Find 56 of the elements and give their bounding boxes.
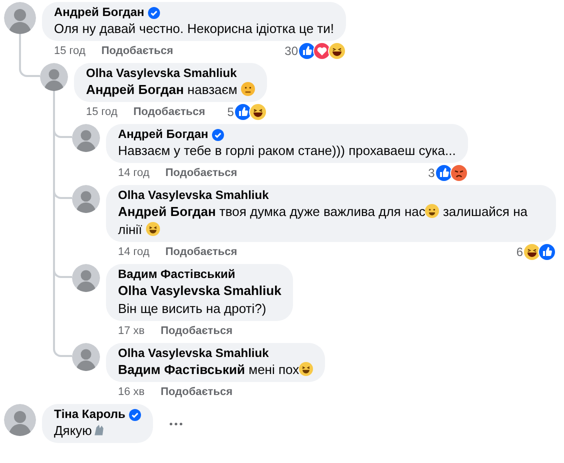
author-name[interactable]: Андрей Богдан <box>118 127 208 142</box>
laughing-reaction-icon <box>248 103 267 121</box>
laughing-reaction-icon <box>523 243 541 261</box>
avatar[interactable] <box>72 124 100 152</box>
mention-link[interactable]: Olha Vasylevska Smahliuk <box>118 283 282 298</box>
reaction-count[interactable]: 30 <box>284 42 298 60</box>
author-name[interactable]: Вадим Фастівський <box>118 267 236 282</box>
avatar[interactable] <box>72 343 100 371</box>
comment-text: Оля ну давай честно. Некорисна ідіотка це ти! <box>54 20 334 38</box>
grin-emoji-icon <box>425 204 440 218</box>
mention-link[interactable]: Вадим Фастівський <box>118 362 246 377</box>
avatar[interactable] <box>40 63 68 91</box>
author-name[interactable]: Olha Vasylevska Smahliuk <box>86 66 237 81</box>
avatar[interactable] <box>72 185 100 213</box>
mention-link[interactable]: Андрей Богдан <box>118 204 216 219</box>
comment-text: Дякую <box>54 422 142 440</box>
author-name[interactable]: Андрей Богдан <box>54 5 144 20</box>
comment-text: Olha Vasylevska Smahliuk Він ще висить на дроті?) <box>118 282 282 318</box>
author-name[interactable]: Olha Vasylevska Smahliuk <box>118 346 269 361</box>
like-reaction-icon <box>234 103 252 121</box>
avatar[interactable] <box>72 264 100 292</box>
comment-text: Андрей Богдан твоя думка дуже важлива для нас залишайся на лінії <box>118 203 528 239</box>
comment-time[interactable]: 17 хв <box>118 322 145 340</box>
angry-reaction-icon <box>450 164 468 182</box>
mention-link[interactable]: Андрей Богдан <box>86 82 184 97</box>
comment-time[interactable]: 16 хв <box>118 384 145 400</box>
like-reaction-icon <box>434 164 453 182</box>
more-options-icon[interactable] <box>169 422 184 426</box>
reaction-count[interactable]: 5 <box>227 103 234 121</box>
laughing-reaction-icon <box>328 42 346 60</box>
reaction-count[interactable]: 3 <box>428 164 435 182</box>
comment-time[interactable]: 14 год <box>118 164 150 182</box>
author-name[interactable]: Тіна Кароль <box>54 407 126 422</box>
like-link[interactable]: Подобається <box>165 164 238 182</box>
like-reaction-icon <box>538 243 556 261</box>
like-link[interactable]: Подобається <box>160 384 232 400</box>
laugh-emoji-icon <box>146 222 160 236</box>
huff-emoji-icon <box>240 82 255 96</box>
comment-time[interactable]: 15 год <box>54 42 86 60</box>
hands-emoji-icon <box>92 423 106 437</box>
comment-time[interactable]: 15 год <box>86 104 118 120</box>
like-reaction-icon <box>298 42 316 60</box>
avatar[interactable] <box>4 404 36 436</box>
comment-time[interactable]: 14 год <box>118 244 150 260</box>
comment-text: Андрей Богдан навзаєм <box>86 81 255 99</box>
avatar[interactable] <box>4 2 36 34</box>
comment-text: Навзаєм у тебе в горлі раком стане))) прохаваеш сука... <box>118 142 456 160</box>
like-link[interactable]: Подобається <box>133 104 206 120</box>
author-name[interactable]: Olha Vasylevska Smahliuk <box>118 188 269 203</box>
heart-reaction-icon <box>313 42 332 60</box>
like-link[interactable]: Подобається <box>101 42 174 60</box>
rofl-emoji-icon <box>299 362 314 376</box>
like-link[interactable]: Подобається <box>165 244 238 260</box>
comment-text: Вадим Фастівський мені пох <box>118 361 314 379</box>
like-link[interactable]: Подобається <box>160 322 232 340</box>
reaction-count[interactable]: 6 <box>516 243 523 261</box>
